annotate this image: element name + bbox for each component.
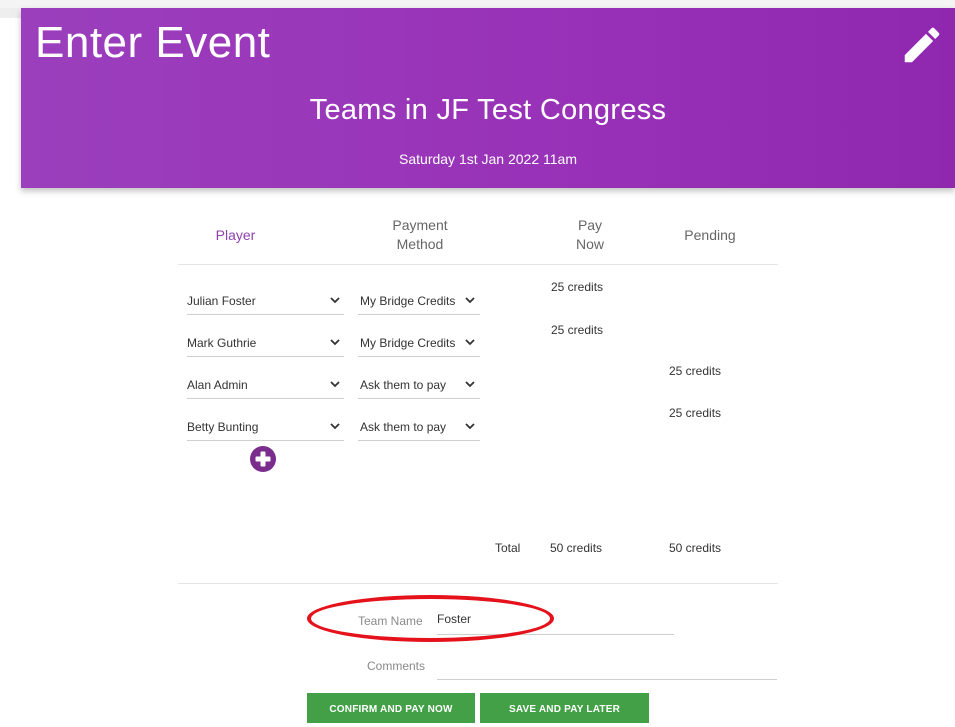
chevron-down-icon <box>330 297 340 304</box>
column-header-pending: Pending <box>650 226 770 245</box>
team-name-input[interactable] <box>437 608 674 630</box>
player-select[interactable]: Mark Guthrie <box>187 330 344 357</box>
event-header: Enter Event Teams in JF Test Congress Sa… <box>21 8 955 188</box>
pay-now-amount: 25 credits <box>551 323 604 337</box>
comments-input[interactable] <box>437 653 777 675</box>
table-header-divider <box>178 264 778 265</box>
column-header-pay-now-line1: Pay <box>577 217 603 233</box>
pending-amount: 25 credits <box>669 364 722 378</box>
column-header-payment-method-line2: Method <box>396 236 444 252</box>
column-header-player: Player <box>178 226 293 245</box>
team-name-label: Team Name <box>358 614 423 628</box>
chevron-down-icon <box>465 339 475 346</box>
payment-method-select-value: My Bridge Credits <box>360 294 456 308</box>
event-name: Teams in JF Test Congress <box>309 94 667 126</box>
left-strip <box>0 8 21 18</box>
total-pay-now: 50 credits <box>550 541 603 555</box>
column-header-payment-method: Payment Method <box>345 216 495 254</box>
chevron-down-icon <box>465 423 475 430</box>
top-strip <box>0 0 955 8</box>
comments-field[interactable] <box>437 653 777 680</box>
page-title: Enter Event <box>35 18 271 67</box>
pay-now-amount: 25 credits <box>551 280 604 294</box>
payment-method-select[interactable]: My Bridge Credits <box>358 330 480 357</box>
save-and-pay-later-button[interactable]: SAVE AND PAY LATER <box>480 693 649 723</box>
team-name-field[interactable] <box>437 608 674 635</box>
total-label: Total <box>495 541 521 555</box>
chevron-down-icon <box>330 339 340 346</box>
column-header-payment-method-line1: Payment <box>392 217 448 233</box>
payment-method-select-value: My Bridge Credits <box>360 336 456 350</box>
player-select[interactable]: Alan Admin <box>187 372 344 399</box>
column-header-pay-now-line2: Now <box>575 236 604 252</box>
player-select-value: Betty Bunting <box>187 420 259 434</box>
column-header-pending-label: Pending <box>684 227 736 243</box>
plus-circle-icon <box>255 451 271 467</box>
player-select[interactable]: Julian Foster <box>187 288 344 315</box>
edit-button[interactable] <box>899 22 945 68</box>
payment-method-select-value: Ask them to pay <box>360 420 447 434</box>
payment-method-select-value: Ask them to pay <box>360 378 447 392</box>
column-header-player-label: Player <box>215 227 256 243</box>
chevron-down-icon <box>465 381 475 388</box>
add-player-button[interactable] <box>250 446 276 472</box>
player-select-value: Mark Guthrie <box>187 336 257 350</box>
payment-method-select[interactable]: My Bridge Credits <box>358 288 480 315</box>
payment-method-select[interactable]: Ask them to pay <box>358 414 480 441</box>
player-select[interactable]: Betty Bunting <box>187 414 344 441</box>
total-pending: 50 credits <box>669 541 722 555</box>
payment-method-select[interactable]: Ask them to pay <box>358 372 480 399</box>
pending-amount: 25 credits <box>669 406 722 420</box>
chevron-down-icon <box>330 423 340 430</box>
comments-label: Comments <box>367 659 426 673</box>
column-header-pay-now: Pay Now <box>545 216 635 254</box>
chevron-down-icon <box>465 297 475 304</box>
chevron-down-icon <box>330 381 340 388</box>
pencil-icon <box>904 27 940 63</box>
totals-divider <box>178 583 778 584</box>
player-select-value: Alan Admin <box>187 378 248 392</box>
player-select-value: Julian Foster <box>187 294 256 308</box>
event-date: Saturday 1st Jan 2022 11am <box>399 151 577 167</box>
confirm-and-pay-now-button[interactable]: CONFIRM AND PAY NOW <box>307 693 475 723</box>
